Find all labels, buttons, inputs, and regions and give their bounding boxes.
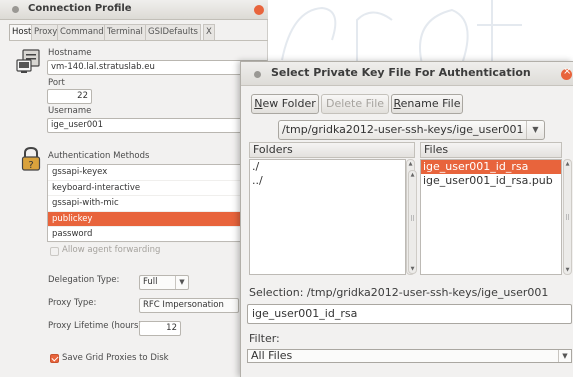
list-item[interactable]: gssapi-keyex xyxy=(48,165,267,181)
tab-terminal[interactable]: Terminal xyxy=(104,24,146,40)
list-item[interactable]: keyboard-interactive xyxy=(48,181,267,196)
background-decoration xyxy=(281,0,522,64)
save-grid-proxies-label: Save Grid Proxies to Disk xyxy=(62,353,169,363)
new-folder-button[interactable]: New Folder xyxy=(251,94,319,114)
window-menu-icon[interactable] xyxy=(12,6,19,13)
folder-item[interactable]: ./ xyxy=(250,160,405,174)
delegation-type-select[interactable]: Full ▼ xyxy=(139,275,189,290)
window-menu-icon[interactable] xyxy=(254,71,261,78)
proxy-type-value: RFC Impersonation xyxy=(143,300,224,310)
rename-file-button[interactable]: Rename File xyxy=(391,94,463,114)
file-item[interactable]: ige_user001_id_rsa xyxy=(421,160,561,174)
scroll-up-icon: ▲ xyxy=(408,161,413,167)
filter-label: Filter: xyxy=(249,332,280,345)
proxy-lifetime-label: Proxy Lifetime (hours): xyxy=(48,321,145,331)
scroll-up-icon: ▲ xyxy=(565,161,570,167)
scroll-down-icon: ▼ xyxy=(410,266,415,272)
chevron-down-icon: ▼ xyxy=(175,276,188,289)
auth-methods-list: gssapi-keyex keyboard-interactive gssapi… xyxy=(47,164,268,243)
scroll-down-icon: ▼ xyxy=(565,267,570,273)
list-item[interactable]: publickey xyxy=(48,211,267,227)
scroll-up-icon: ▲ xyxy=(410,172,415,178)
proxy-lifetime-input[interactable]: 12 xyxy=(139,321,181,336)
port-input[interactable]: 22 xyxy=(47,89,92,104)
tab-divider xyxy=(9,40,268,41)
tab-proxy[interactable]: Proxy xyxy=(31,24,61,40)
chevron-down-icon: ▼ xyxy=(558,350,571,362)
folders-header[interactable]: Folders xyxy=(249,142,415,158)
computer-icon xyxy=(16,49,40,73)
filter-value: All Files xyxy=(251,349,293,362)
delete-file-button[interactable]: Delete File xyxy=(321,94,389,114)
save-grid-proxies-checkbox[interactable] xyxy=(50,354,59,363)
tab-gsidefaults[interactable]: GSIDefaults xyxy=(145,24,201,40)
dialog-titlebar: Select Private Key File For Authenticati… xyxy=(241,62,573,86)
dialog-title: Select Private Key File For Authenticati… xyxy=(271,66,531,79)
svg-text:?: ? xyxy=(28,160,33,171)
folder-item[interactable]: ../ xyxy=(250,174,405,188)
port-label: Port xyxy=(48,78,65,88)
connection-profile-titlebar: Connection Profile xyxy=(0,0,268,20)
list-item[interactable]: password xyxy=(48,227,267,243)
proxy-type-select[interactable]: RFC Impersonation xyxy=(139,298,239,313)
select-key-file-dialog: Select Private Key File For Authenticati… xyxy=(240,61,573,377)
chevron-down-icon: ▼ xyxy=(526,121,544,139)
connection-profile-window: Connection Profile Host Proxy Commands T… xyxy=(0,0,268,377)
files-scrollbar[interactable]: ▲ ▼ xyxy=(563,159,572,275)
selection-input[interactable]: ige_user001_id_rsa xyxy=(247,304,572,324)
proxy-type-label: Proxy Type: xyxy=(48,298,97,308)
tab-commands[interactable]: Commands xyxy=(57,24,112,40)
close-icon[interactable] xyxy=(254,5,264,15)
username-label: Username xyxy=(48,106,92,116)
filter-select[interactable]: All Files ▼ xyxy=(247,349,572,363)
hostname-label: Hostname xyxy=(48,48,92,58)
files-header[interactable]: Files xyxy=(420,142,562,158)
files-left-scrollbar[interactable]: ▲ ▼ xyxy=(408,170,417,274)
padlock-icon: ? xyxy=(21,146,41,171)
selection-label: Selection: /tmp/gridka2012-user-ssh-keys… xyxy=(249,286,549,299)
hostname-input[interactable]: vm-140.lal.stratuslab.eu xyxy=(47,60,268,75)
list-item[interactable]: gssapi-with-mic xyxy=(48,196,267,212)
allow-agent-forwarding-checkbox[interactable] xyxy=(50,247,59,256)
auth-methods-label: Authentication Methods xyxy=(48,151,150,161)
delegation-type-label: Delegation Type: xyxy=(48,275,120,285)
tab-x[interactable]: X xyxy=(203,24,215,40)
username-input[interactable]: ige_user001 xyxy=(47,118,268,133)
scroll-grip xyxy=(566,214,569,220)
file-item[interactable]: ige_user001_id_rsa.pub xyxy=(421,174,561,188)
path-select[interactable]: /tmp/gridka2012-user-ssh-keys/ige_user00… xyxy=(278,120,545,140)
current-path-value: /tmp/gridka2012-user-ssh-keys/ige_user00… xyxy=(282,123,524,136)
connection-profile-title: Connection Profile xyxy=(28,3,132,14)
folders-pane: ./ ../ xyxy=(249,159,406,275)
files-pane: ige_user001_id_rsa ige_user001_id_rsa.pu… xyxy=(420,159,562,275)
close-icon[interactable] xyxy=(561,66,572,80)
delegation-type-value: Full xyxy=(143,277,158,287)
scroll-grip xyxy=(411,215,414,221)
allow-agent-forwarding-label: Allow agent forwarding xyxy=(62,245,161,255)
